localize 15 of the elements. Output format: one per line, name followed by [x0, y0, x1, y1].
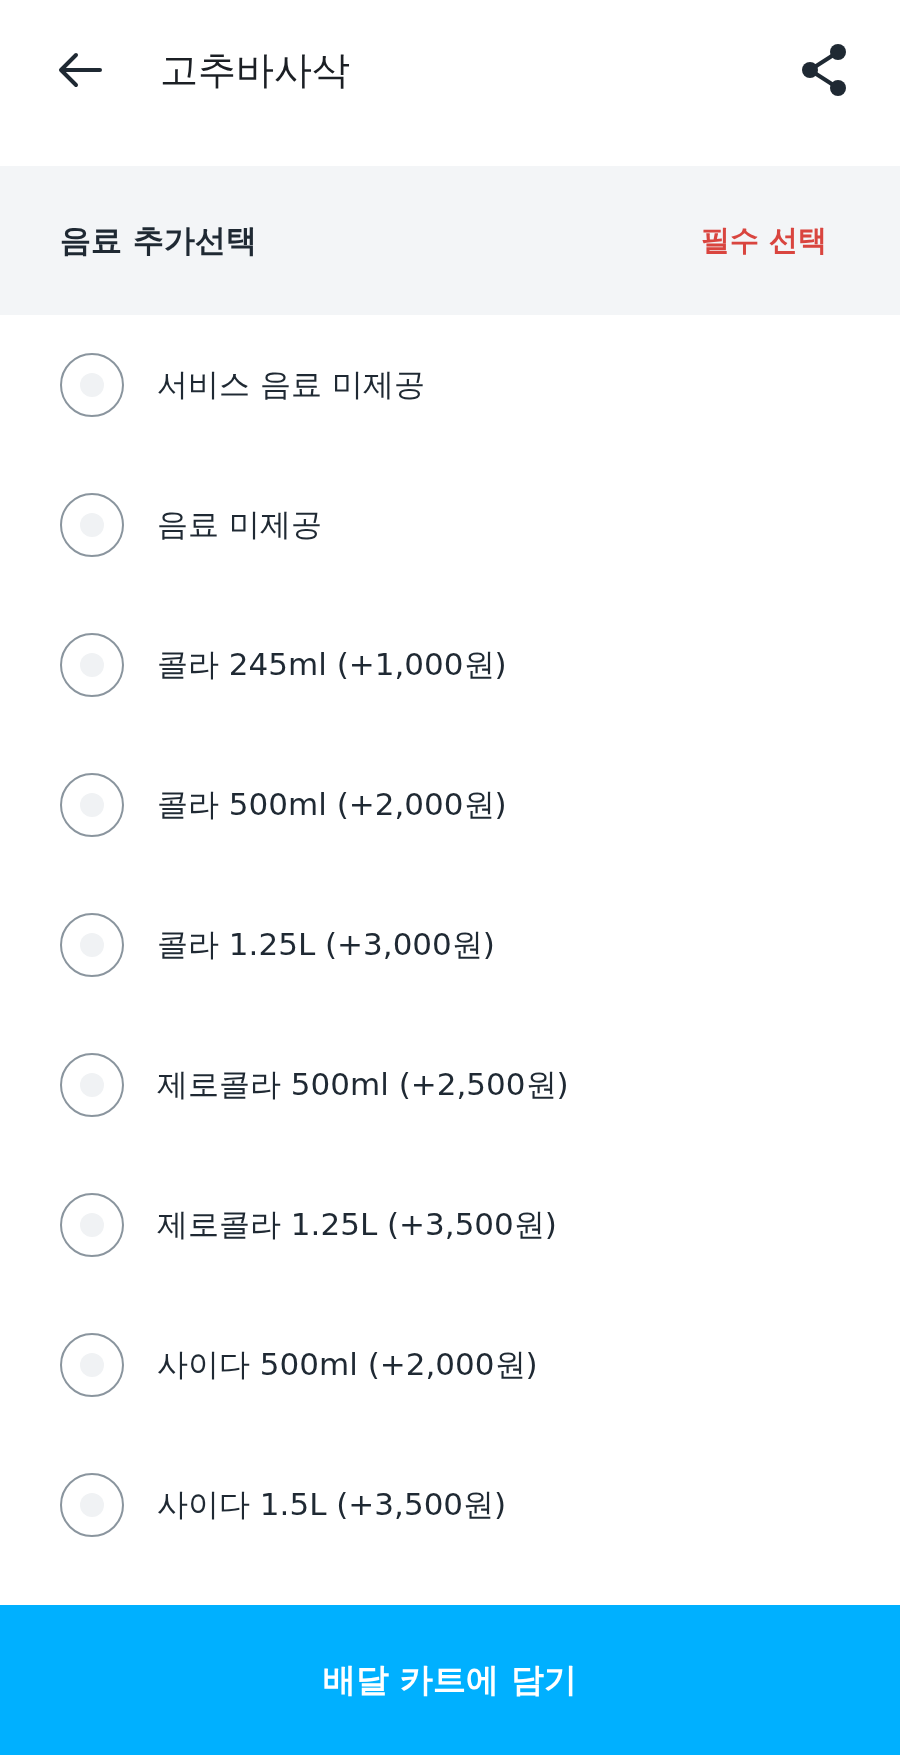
- page-title: 고추바사삭: [160, 46, 351, 94]
- radio-button[interactable]: [60, 1473, 124, 1537]
- option-label[interactable]: 음료 미제공: [157, 504, 322, 546]
- back-arrow-icon: [58, 52, 102, 88]
- option-label[interactable]: 콜라 500ml (+2,000원): [157, 784, 507, 826]
- option-label[interactable]: 콜라 245ml (+1,000원): [157, 644, 507, 686]
- option-label[interactable]: 사이다 500ml (+2,000원): [157, 1344, 538, 1386]
- section-title: 음료 추가선택: [60, 220, 257, 260]
- option-label[interactable]: 사이다 1.5L (+3,500원): [157, 1484, 507, 1526]
- required-label: 필수 선택: [700, 221, 827, 259]
- option-label[interactable]: 콜라 1.25L (+3,000원): [157, 924, 495, 966]
- option-label[interactable]: 제로콜라 1.25L (+3,500원): [157, 1204, 557, 1246]
- option-label[interactable]: 제로콜라 500ml (+2,500원): [157, 1064, 569, 1106]
- option-label[interactable]: 서비스 음료 미제공: [157, 364, 425, 406]
- share-icon: [800, 43, 848, 97]
